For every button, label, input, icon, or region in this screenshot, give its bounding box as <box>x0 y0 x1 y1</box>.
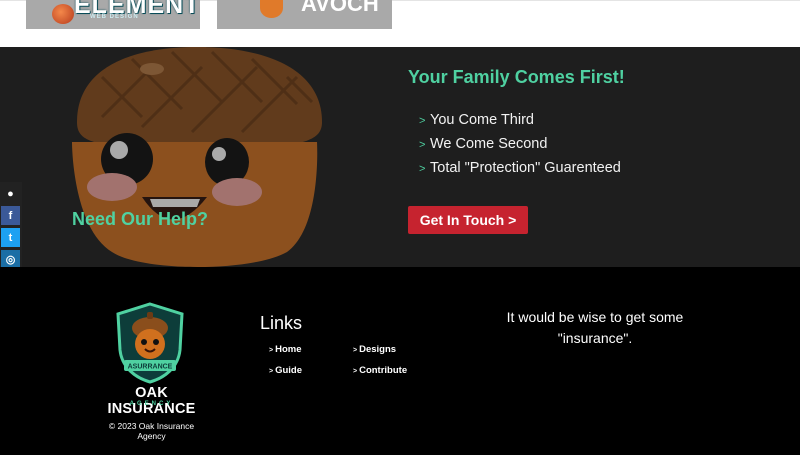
links-heading: Links <box>260 313 303 333</box>
elements-logo-icon <box>52 4 74 24</box>
footer-link-designs[interactable]: > Designs <box>353 344 396 355</box>
get-in-touch-button[interactable]: Get In Touch > <box>408 206 528 234</box>
list-item: > You Come Third <box>419 108 621 132</box>
card-subtitle: WEB DESIGN <box>90 14 139 20</box>
footer-quote: It would be wise to get some "insurance"… <box>506 309 684 346</box>
brand-subtitle: AGENCY <box>129 401 174 407</box>
link-label: Contribute <box>359 365 408 376</box>
portfolio-card-elements[interactable]: ELEMENTS WEB DESIGN <box>26 0 200 29</box>
copyright: © 2023 Oak Insurance Agency <box>108 421 195 441</box>
hero-title: Your Family Comes First! <box>408 67 625 87</box>
portfolio-card-avoch[interactable]: AVOCH <box>217 0 392 29</box>
chevron-right-icon: > <box>419 139 426 151</box>
chevron-right-icon: > <box>353 368 358 375</box>
hero-section: Your Family Comes First! > You Come Thir… <box>0 47 800 267</box>
oak-insurance-logo[interactable]: ASURRANCE <box>112 302 188 384</box>
github-icon[interactable]: ● <box>1 184 20 203</box>
benefit-text: We Come Second <box>430 135 548 152</box>
benefit-text: Total "Protection" Guarenteed <box>430 159 621 176</box>
list-item: > We Come Second <box>419 132 621 156</box>
link-label: Designs <box>359 344 397 355</box>
benefit-text: You Come Third <box>430 111 534 128</box>
logo-badge-text: ASURRANCE <box>128 364 173 371</box>
link-label: Home <box>275 344 302 355</box>
list-item: > Total "Protection" Guarenteed <box>419 156 621 180</box>
link-label: Guide <box>275 365 303 376</box>
card-title: AVOCH <box>301 0 379 16</box>
footer-link-home[interactable]: > Home <box>269 344 302 355</box>
chevron-right-icon: > <box>419 115 426 127</box>
chevron-right-icon: > <box>269 368 274 375</box>
chevron-right-icon: > <box>269 347 274 354</box>
acorn-mascot-image <box>72 47 322 267</box>
chevron-right-icon: > <box>353 347 358 354</box>
twitter-icon[interactable]: t <box>1 228 20 247</box>
facebook-icon[interactable]: f <box>1 206 20 225</box>
footer-link-contribute[interactable]: > Contribute <box>353 365 407 376</box>
social-rail: ● f t ◎ <box>0 182 22 272</box>
footer: ASURRANCE OAK INSURANCE AGENCY © 2023 Oa… <box>0 267 800 455</box>
help-heading: Need Our Help? <box>72 209 209 229</box>
page: ELEMENTS WEB DESIGN AVOCH <box>0 0 800 455</box>
avocado-logo-icon <box>260 0 283 18</box>
benefits-list: > You Come Third > We Come Second > Tota… <box>419 108 621 180</box>
portfolio-strip: ELEMENTS WEB DESIGN AVOCH <box>0 0 800 47</box>
footer-link-guide[interactable]: > Guide <box>269 365 302 376</box>
chevron-right-icon: > <box>419 163 426 175</box>
